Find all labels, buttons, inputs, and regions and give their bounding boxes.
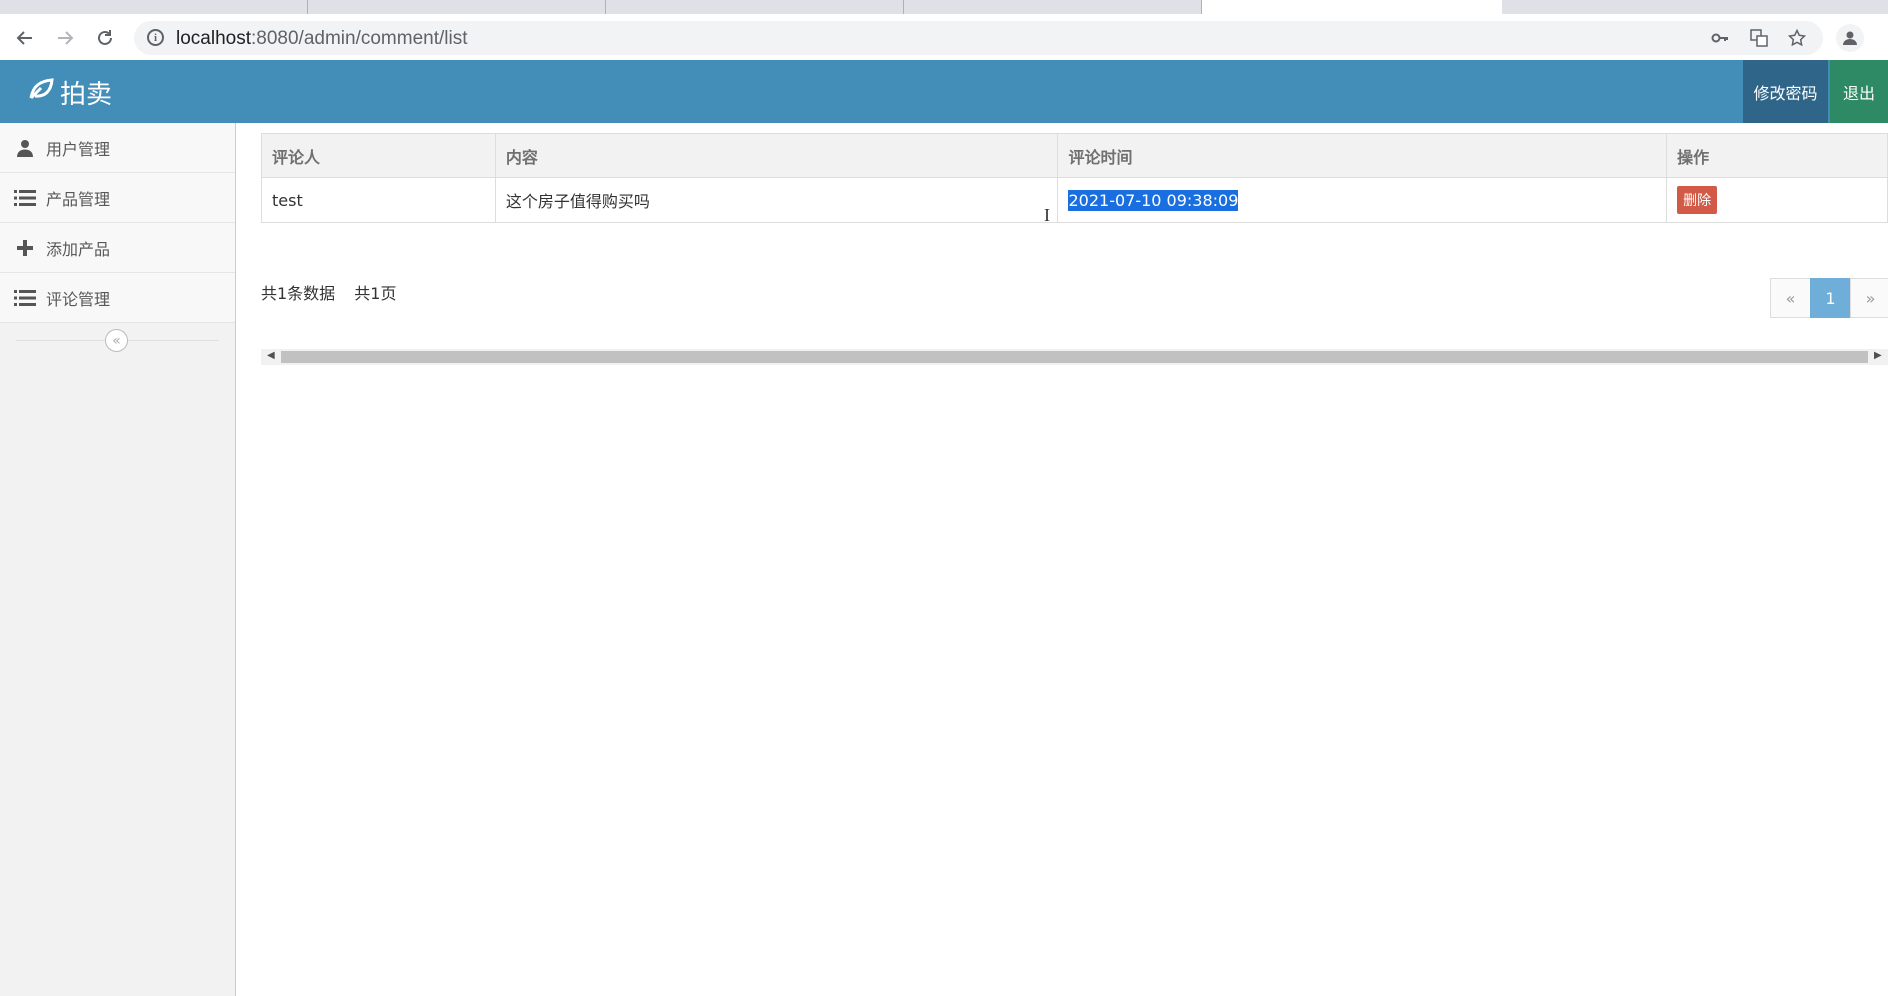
forward-icon[interactable] bbox=[49, 22, 81, 54]
sidebar: 用户管理 产品管理 添加产品 评论管理 « bbox=[0, 123, 236, 996]
bookmark-star-icon[interactable] bbox=[1786, 27, 1808, 49]
cell-author: test bbox=[261, 177, 496, 223]
address-bar[interactable]: i localhost:8080/admin/comment/list bbox=[134, 21, 1823, 55]
cell-content: 这个房子值得购买吗 bbox=[494, 177, 1059, 223]
total-records: 共1条数据 bbox=[261, 284, 336, 303]
total-pages: 共1页 bbox=[354, 284, 397, 303]
browser-tab[interactable] bbox=[0, 0, 308, 14]
sidebar-item-label: 产品管理 bbox=[46, 189, 111, 209]
cell-time: 2021-07-10 09:38:09 bbox=[1057, 177, 1668, 223]
pagination-summary: 共1条数据 共1页 bbox=[261, 280, 410, 304]
brand-title: 拍卖 bbox=[60, 80, 113, 110]
sidebar-item-add-product[interactable]: 添加产品 bbox=[0, 223, 235, 273]
profile-avatar-icon[interactable] bbox=[1836, 24, 1864, 52]
sidebar-collapse: « bbox=[0, 323, 235, 357]
address-url[interactable]: localhost:8080/admin/comment/list bbox=[176, 28, 468, 50]
column-header: 评论人 bbox=[261, 133, 496, 178]
reload-icon[interactable] bbox=[89, 22, 121, 54]
collapse-sidebar-icon[interactable]: « bbox=[105, 329, 128, 352]
sidebar-item-users[interactable]: 用户管理 bbox=[0, 123, 235, 173]
browser-tab-strip bbox=[0, 0, 1888, 14]
column-header: 内容 bbox=[494, 133, 1059, 178]
key-icon[interactable] bbox=[1709, 27, 1731, 49]
brand[interactable]: 拍卖 bbox=[28, 74, 112, 111]
horizontal-scrollbar[interactable]: ◀ ▶ bbox=[261, 349, 1888, 365]
table-header-row: 评论人 内容 评论时间 操作 bbox=[261, 133, 1888, 178]
leaf-icon bbox=[28, 77, 54, 108]
browser-tab[interactable] bbox=[606, 0, 904, 14]
sidebar-item-label: 用户管理 bbox=[46, 139, 111, 159]
list-icon bbox=[14, 288, 36, 308]
delete-button[interactable]: 删除 bbox=[1677, 186, 1718, 214]
next-page-button[interactable]: » bbox=[1850, 278, 1888, 318]
sidebar-item-comments[interactable]: 评论管理 bbox=[0, 273, 235, 323]
browser-tab[interactable] bbox=[904, 0, 1202, 14]
change-password-button[interactable]: 修改密码 bbox=[1743, 60, 1828, 123]
sidebar-item-label: 添加产品 bbox=[46, 239, 111, 259]
translate-icon[interactable] bbox=[1748, 27, 1770, 49]
prev-page-button[interactable]: « bbox=[1770, 278, 1811, 318]
table-row: test 这个房子值得购买吗 2021-07-10 09:38:09 删除 bbox=[261, 177, 1888, 223]
site-info-icon[interactable]: i bbox=[147, 29, 164, 46]
cell-action: 删除 bbox=[1666, 177, 1888, 223]
column-header: 操作 bbox=[1666, 133, 1888, 178]
text-cursor-icon: I bbox=[1044, 205, 1050, 225]
scroll-right-icon[interactable]: ▶ bbox=[1874, 350, 1882, 361]
browser-toolbar: i localhost:8080/admin/comment/list bbox=[0, 14, 1888, 60]
pagination: « 1 » bbox=[1770, 278, 1888, 318]
comment-table: 评论人 内容 评论时间 操作 test 这个房子值得购买吗 2021-07-10… bbox=[261, 133, 1888, 223]
page-1-button[interactable]: 1 bbox=[1810, 278, 1851, 318]
plus-icon bbox=[14, 238, 36, 258]
user-icon bbox=[14, 138, 36, 158]
selected-time-text: 2021-07-10 09:38:09 bbox=[1068, 189, 1239, 211]
back-icon[interactable] bbox=[9, 22, 41, 54]
logout-button[interactable]: 退出 bbox=[1830, 60, 1888, 123]
app-header: 拍卖 修改密码 退出 bbox=[0, 60, 1888, 123]
list-icon bbox=[14, 188, 36, 208]
sidebar-item-products[interactable]: 产品管理 bbox=[0, 173, 235, 223]
scrollbar-thumb[interactable] bbox=[281, 351, 1868, 363]
browser-tab[interactable] bbox=[308, 0, 606, 14]
scroll-left-icon[interactable]: ◀ bbox=[267, 350, 275, 361]
browser-tab-active[interactable] bbox=[1202, 0, 1502, 14]
column-header: 评论时间 bbox=[1057, 133, 1668, 178]
main-content: 评论人 内容 评论时间 操作 test 这个房子值得购买吗 2021-07-10… bbox=[236, 123, 1888, 996]
sidebar-item-label: 评论管理 bbox=[46, 289, 111, 309]
